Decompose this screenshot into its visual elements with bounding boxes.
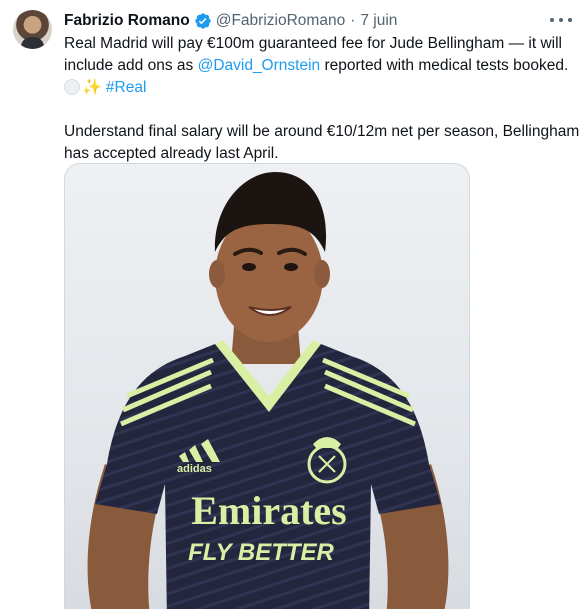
author-name[interactable]: Fabrizio Romano bbox=[64, 12, 190, 30]
right-ear bbox=[314, 260, 330, 288]
author-avatar[interactable] bbox=[13, 10, 52, 49]
author-handle[interactable]: @FabrizioRomano bbox=[216, 12, 345, 30]
tweet-line-3: ✨ #Real bbox=[64, 77, 576, 99]
left-ear bbox=[209, 260, 225, 288]
tweet-header: Fabrizio Romano @FabrizioRomano · 7 juin bbox=[64, 10, 397, 32]
tweet-line-1: Real Madrid will pay €100m guaranteed fe… bbox=[64, 35, 562, 52]
tweet-line-2-end: reported with medical tests booked. bbox=[320, 57, 569, 74]
tweet-line-2-start: include add ons as bbox=[64, 57, 198, 74]
kit-sponsor: Emirates bbox=[191, 488, 347, 533]
mention-link[interactable]: @David_Ornstein bbox=[198, 57, 321, 74]
tweet-photo[interactable]: adidas Emirates FLY BETTER bbox=[64, 163, 470, 609]
tweet-text: Real Madrid will pay €100m guaranteed fe… bbox=[64, 33, 580, 165]
tweet-date[interactable]: 7 juin bbox=[360, 12, 397, 30]
hashtag-link[interactable]: #Real bbox=[106, 79, 147, 96]
kit-brand: adidas bbox=[177, 463, 212, 475]
tweet-line-4: Understand final salary will be around €… bbox=[64, 123, 580, 140]
left-eye bbox=[242, 263, 256, 271]
right-eye bbox=[284, 263, 298, 271]
sparkles-emoji-icon: ✨ bbox=[82, 79, 102, 96]
kit-slogan: FLY BETTER bbox=[188, 539, 334, 566]
verified-badge-icon bbox=[195, 13, 211, 29]
tweet-line-5: has accepted already last April. bbox=[64, 145, 279, 162]
white-circle-emoji-icon bbox=[64, 79, 80, 95]
more-options-icon[interactable] bbox=[550, 11, 572, 29]
player-photo-illustration: adidas Emirates FLY BETTER bbox=[87, 172, 449, 609]
tweet-line-2: include add ons as @David_Ornstein repor… bbox=[64, 55, 576, 77]
separator-dot: · bbox=[350, 12, 356, 29]
